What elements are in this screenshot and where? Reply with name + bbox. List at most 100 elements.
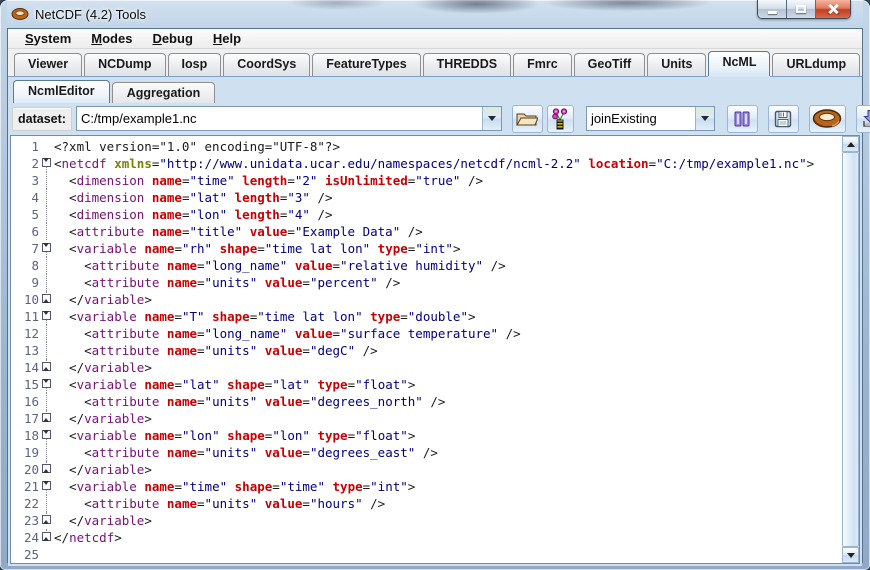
tab-featuretypes[interactable]: FeatureTypes (312, 53, 420, 76)
sub-tabstrip: NcmlEditorAggregation (10, 79, 860, 103)
code-line[interactable]: 4 <dimension name="lat" length="3" /> (11, 189, 842, 206)
tab-ncml[interactable]: NcML (708, 51, 770, 76)
code-line[interactable]: 2<netcdf xmlns="http://www.unidata.ucar.… (11, 155, 842, 172)
code-text: <variable name="lat" shape="lat" type="f… (54, 376, 842, 393)
line-number: 5 (11, 206, 39, 223)
fold-collapse-icon[interactable] (39, 376, 54, 393)
code-line[interactable]: 11 <variable name="T" shape="time lat lo… (11, 308, 842, 325)
code-text: <attribute name="units" value="degrees_e… (54, 444, 842, 461)
code-line[interactable]: 6 <attribute name="title" value="Example… (11, 223, 842, 240)
menu-item-help[interactable]: Help (204, 29, 250, 48)
code-line[interactable]: 10 </variable> (11, 291, 842, 308)
scroll-up-button[interactable] (842, 136, 859, 152)
code-line[interactable]: 3 <dimension name="time" length="2" isUn… (11, 172, 842, 189)
code-text: <?xml version="1.0" encoding="UTF-8"?> (54, 138, 842, 155)
line-number: 16 (11, 393, 39, 410)
write-netcdf-button[interactable] (809, 105, 846, 133)
dataset-input[interactable] (77, 107, 482, 130)
code-line[interactable]: 8 <attribute name="long_name" value="rel… (11, 257, 842, 274)
tab-urldump[interactable]: URLdump (772, 53, 860, 76)
code-line[interactable]: 15 <variable name="lat" shape="lat" type… (11, 376, 842, 393)
code-line[interactable]: 24</netcdf> (11, 529, 842, 546)
code-line[interactable]: 19 <attribute name="units" value="degree… (11, 444, 842, 461)
code-line[interactable]: 18 <variable name="lon" shape="lon" type… (11, 427, 842, 444)
code-area[interactable]: 1<?xml version="1.0" encoding="UTF-8"?>2… (11, 136, 842, 563)
maximize-button[interactable] (787, 0, 816, 18)
code-line[interactable]: 12 <attribute name="long_name" value="su… (11, 325, 842, 342)
code-line[interactable]: 9 <attribute name="units" value="percent… (11, 274, 842, 291)
fold-collapse-icon[interactable] (39, 427, 54, 444)
fold-gutter (39, 546, 54, 563)
code-line[interactable]: 17 </variable> (11, 410, 842, 427)
fold-end-icon[interactable] (39, 461, 54, 478)
code-line[interactable]: 25 (11, 546, 842, 563)
code-line[interactable]: 5 <dimension name="lon" length="4" /> (11, 206, 842, 223)
fold-gutter (39, 495, 54, 512)
window-title: NetCDF (4.2) Tools (35, 7, 146, 22)
dataset-combo (76, 106, 502, 131)
scroll-down-button[interactable] (842, 547, 859, 563)
fold-end-icon[interactable] (39, 410, 54, 427)
menu-item-system[interactable]: System (16, 29, 80, 48)
tab-viewer[interactable]: Viewer (14, 53, 82, 76)
line-number: 11 (11, 308, 39, 325)
code-line[interactable]: 13 <attribute name="units" value="degC" … (11, 342, 842, 359)
tab-ncdump[interactable]: NCDump (84, 53, 165, 76)
subtab-ncmleditor[interactable]: NcmlEditor (13, 80, 110, 103)
code-line[interactable]: 21 <variable name="time" shape="time" ty… (11, 478, 842, 495)
code-text: <attribute name="units" value="hours" /> (54, 495, 842, 512)
maximize-icon (796, 5, 806, 13)
menu-item-modes[interactable]: Modes (82, 29, 141, 48)
arrow-up-icon (847, 142, 855, 147)
vertical-scrollbar (842, 136, 859, 563)
books-icon (733, 110, 751, 128)
code-line[interactable]: 23 </variable> (11, 512, 842, 529)
aggregation-combo[interactable]: joinExisting (586, 106, 715, 131)
save-button[interactable] (768, 105, 799, 133)
fold-collapse-icon[interactable] (39, 155, 54, 172)
aggregation-combo-arrow[interactable] (695, 107, 714, 130)
close-button[interactable] (816, 0, 850, 18)
window-controls (757, 0, 851, 19)
fold-end-icon[interactable] (39, 529, 54, 546)
dataset-combo-arrow[interactable] (482, 107, 501, 130)
tab-thredds[interactable]: THREDDS (423, 53, 511, 76)
fold-gutter (39, 274, 54, 291)
code-text: <netcdf xmlns="http://www.unidata.ucar.e… (54, 155, 842, 172)
fold-gutter (39, 138, 54, 155)
code-text: <dimension name="time" length="2" isUnli… (54, 172, 842, 189)
code-text: <attribute name="units" value="percent" … (54, 274, 842, 291)
tab-geotiff[interactable]: GeoTiff (574, 53, 646, 76)
code-text: </netcdf> (54, 529, 842, 546)
line-number: 17 (11, 410, 39, 427)
flower-vase-button[interactable] (547, 105, 574, 133)
code-line[interactable]: 14 </variable> (11, 359, 842, 376)
tab-iosp[interactable]: Iosp (168, 53, 222, 76)
minimize-button[interactable] (758, 0, 787, 18)
code-line[interactable]: 1<?xml version="1.0" encoding="UTF-8"?> (11, 138, 842, 155)
fold-gutter (39, 172, 54, 189)
dataset-label: dataset: (12, 107, 72, 131)
menu-item-debug[interactable]: Debug (143, 29, 201, 48)
scroll-thumb[interactable] (842, 152, 859, 547)
tab-units[interactable]: Units (647, 53, 706, 76)
code-text: <variable name="T" shape="time lat lon" … (54, 308, 842, 325)
code-line[interactable]: 20 </variable> (11, 461, 842, 478)
compare-button[interactable] (727, 105, 758, 133)
fold-collapse-icon[interactable] (39, 308, 54, 325)
fold-end-icon[interactable] (39, 291, 54, 308)
code-line[interactable]: 22 <attribute name="units" value="hours"… (11, 495, 842, 512)
fold-collapse-icon[interactable] (39, 478, 54, 495)
tab-fmrc[interactable]: Fmrc (513, 53, 572, 76)
code-line[interactable]: 16 <attribute name="units" value="degree… (11, 393, 842, 410)
fold-collapse-icon[interactable] (39, 240, 54, 257)
fold-end-icon[interactable] (39, 359, 54, 376)
fold-end-icon[interactable] (39, 512, 54, 529)
import-button[interactable] (856, 105, 870, 133)
code-line[interactable]: 7 <variable name="rh" shape="time lat lo… (11, 240, 842, 257)
line-number: 3 (11, 172, 39, 189)
subtab-aggregation[interactable]: Aggregation (112, 82, 216, 103)
open-folder-button[interactable] (512, 105, 543, 133)
tab-coordsys[interactable]: CoordSys (223, 53, 310, 76)
ncml-editor[interactable]: 1<?xml version="1.0" encoding="UTF-8"?>2… (10, 135, 860, 564)
